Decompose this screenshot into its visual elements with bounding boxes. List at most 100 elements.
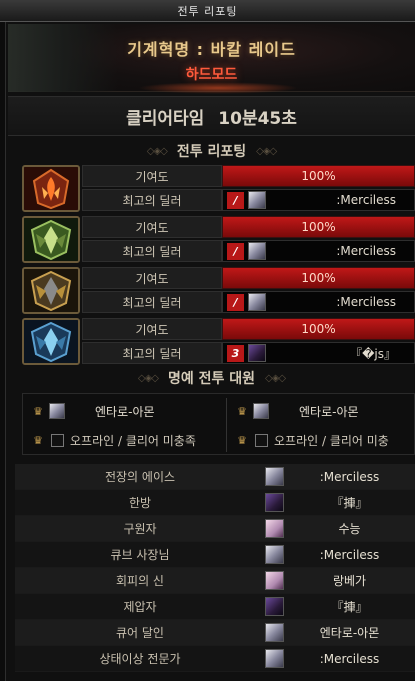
avatar bbox=[248, 293, 266, 311]
award-row[interactable]: 큐브 사장님 :Merciless bbox=[15, 542, 415, 568]
contribution-bar: 100% bbox=[222, 216, 415, 238]
dealer-name: :Merciless bbox=[336, 295, 396, 309]
best-dealer-label: 최고의 딜러 bbox=[82, 342, 222, 364]
offline-status: 오프라인 / 클리어 미충 bbox=[274, 433, 389, 448]
honor-section-title: 명예 전투 대원 bbox=[167, 371, 256, 387]
award-row[interactable]: 제압자 『捙』 bbox=[15, 594, 415, 620]
clear-time-bar: 클리어타임 10분45초 bbox=[8, 96, 415, 136]
offline-status: 오프라인 / 클리어 미충족 bbox=[70, 433, 196, 448]
honor-member[interactable]: ♛ 엔타로-아몬 bbox=[29, 397, 234, 425]
contribution-bar: 100% bbox=[222, 165, 415, 187]
crown-icon: ♛ bbox=[237, 404, 247, 418]
honor-member-offline: ♛ 오프라인 / 클리어 미충족 bbox=[29, 426, 234, 454]
best-dealer[interactable]: / :Merciless bbox=[222, 291, 415, 313]
award-title: 큐브 사장님 bbox=[110, 548, 170, 562]
best-dealer[interactable]: / :Merciless bbox=[222, 240, 415, 262]
avatar bbox=[265, 467, 284, 486]
raid-mode: 하드모드 bbox=[185, 67, 238, 83]
ornament-icon: ◇◈◇ bbox=[265, 372, 286, 384]
avatar bbox=[265, 649, 284, 668]
crown-icon: ♛ bbox=[33, 433, 43, 447]
raid-name: 기계혁명 : 바칼 레이드 bbox=[127, 40, 296, 59]
contribution-percent: 100% bbox=[301, 271, 336, 285]
best-dealer[interactable]: 3 『�js』 bbox=[222, 342, 415, 364]
contribution-label: 기여도 bbox=[82, 165, 222, 187]
award-winner: 수능 bbox=[338, 522, 361, 536]
report-row: 기여도 100% 최고의 딜러 / :Merciless bbox=[22, 216, 415, 263]
crown-icon: ♛ bbox=[33, 404, 43, 418]
avatar bbox=[265, 623, 284, 642]
avatar bbox=[49, 403, 65, 419]
honor-member-name: 엔타로-아몬 bbox=[299, 404, 359, 419]
ornament-icon: ◇◈◇ bbox=[137, 372, 159, 384]
red-fire-crest-icon bbox=[22, 165, 80, 212]
contribution-label: 기여도 bbox=[82, 216, 222, 238]
award-winner: 『捙』 bbox=[331, 600, 368, 614]
award-title: 큐어 달인 bbox=[116, 626, 164, 640]
blue-crest-icon bbox=[22, 318, 80, 365]
avatar bbox=[265, 545, 284, 564]
best-dealer-label: 최고의 딜러 bbox=[82, 189, 222, 211]
best-dealer-label: 최고의 딜러 bbox=[82, 240, 222, 262]
avatar bbox=[265, 519, 284, 538]
contribution-label: 기여도 bbox=[82, 318, 222, 340]
honor-member-name: 엔타로-아몬 bbox=[95, 404, 155, 419]
green-crest-icon bbox=[22, 216, 80, 263]
awards-list: 전장의 에이스 :Merciless 한방 『捙』 구원자 수능 큐브 사장님 :Mer… bbox=[15, 464, 415, 672]
clear-time-label: 클리어타임 bbox=[126, 108, 205, 129]
honor-member-offline: ♛ 오프라인 / 클리어 미충 bbox=[233, 426, 415, 454]
class-badge-icon: 3 bbox=[227, 344, 244, 362]
award-row[interactable]: 회피의 신 랑베가 bbox=[15, 568, 415, 594]
clear-time-value: 10분45초 bbox=[218, 108, 297, 129]
contribution-bar: 100% bbox=[222, 267, 415, 289]
honor-section-header: ◇◈◇ 명예 전투 대원 ◇◈◇ bbox=[8, 367, 415, 389]
award-winner: 엔타로-아몬 bbox=[319, 626, 380, 640]
avatar bbox=[248, 344, 266, 362]
report-row: 기여도 100% 최고의 딜러 / :Merciless bbox=[22, 267, 415, 314]
award-title: 회피의 신 bbox=[116, 574, 164, 588]
award-title: 한방 bbox=[128, 496, 152, 510]
best-dealer-label: 최고의 딜러 bbox=[82, 291, 222, 313]
dealer-name: 『�js』 bbox=[350, 346, 396, 361]
award-winner: 랑베가 bbox=[332, 574, 367, 588]
empty-slot-checkbox[interactable] bbox=[255, 433, 268, 447]
window-titlebar[interactable]: 전투 리포팅 bbox=[0, 0, 415, 22]
award-winner: 『捙』 bbox=[331, 496, 368, 510]
contribution-bar: 100% bbox=[222, 318, 415, 340]
gold-crest-icon bbox=[22, 267, 80, 314]
report-section-header: ◇◈◇ 전투 리포팅 ◇◈◇ bbox=[8, 140, 415, 162]
avatar bbox=[265, 571, 284, 590]
honor-members-panel: ♛ 엔타로-아몬 ♛ 엔타로-아몬 ♛ 오프라인 / 클리어 미충족 ♛ 오프라… bbox=[22, 393, 415, 455]
dealer-name: :Merciless bbox=[336, 244, 396, 258]
award-row[interactable]: 상태이상 전문가 :Merciless bbox=[15, 646, 415, 672]
best-dealer[interactable]: / :Merciless bbox=[222, 189, 415, 211]
award-row[interactable]: 큐어 달인 엔타로-아몬 bbox=[15, 620, 415, 646]
avatar bbox=[253, 403, 269, 419]
avatar bbox=[248, 242, 266, 260]
award-row[interactable]: 전장의 에이스 :Merciless bbox=[15, 464, 415, 490]
award-title: 전장의 에이스 bbox=[104, 470, 176, 484]
class-badge-icon: / bbox=[227, 293, 244, 311]
avatar bbox=[265, 597, 284, 616]
report-section-title: 전투 리포팅 bbox=[176, 144, 247, 160]
award-row[interactable]: 구원자 수능 bbox=[15, 516, 415, 542]
dealer-name: :Merciless bbox=[336, 193, 396, 207]
award-row[interactable]: 한방 『捙』 bbox=[15, 490, 415, 516]
ornament-icon: ◇◈◇ bbox=[146, 145, 168, 157]
crown-icon: ♛ bbox=[237, 433, 247, 447]
window-title: 전투 리포팅 bbox=[177, 4, 238, 18]
award-winner: :Merciless bbox=[319, 547, 380, 562]
empty-slot-checkbox[interactable] bbox=[51, 433, 64, 447]
award-title: 구원자 bbox=[123, 522, 157, 536]
honor-member[interactable]: ♛ 엔타로-아몬 bbox=[233, 397, 415, 425]
class-badge-icon: / bbox=[227, 242, 244, 260]
award-winner: :Merciless bbox=[319, 469, 380, 484]
avatar bbox=[265, 493, 284, 512]
class-badge-icon: / bbox=[227, 191, 244, 209]
award-title: 상태이상 전문가 bbox=[99, 652, 181, 666]
award-title: 제압자 bbox=[123, 600, 157, 614]
avatar bbox=[248, 191, 266, 209]
award-winner: :Merciless bbox=[319, 651, 380, 666]
ornament-icon: ◇◈◇ bbox=[256, 145, 277, 157]
report-row: 기여도 100% 최고의 딜러 / :Merciless bbox=[22, 165, 415, 212]
